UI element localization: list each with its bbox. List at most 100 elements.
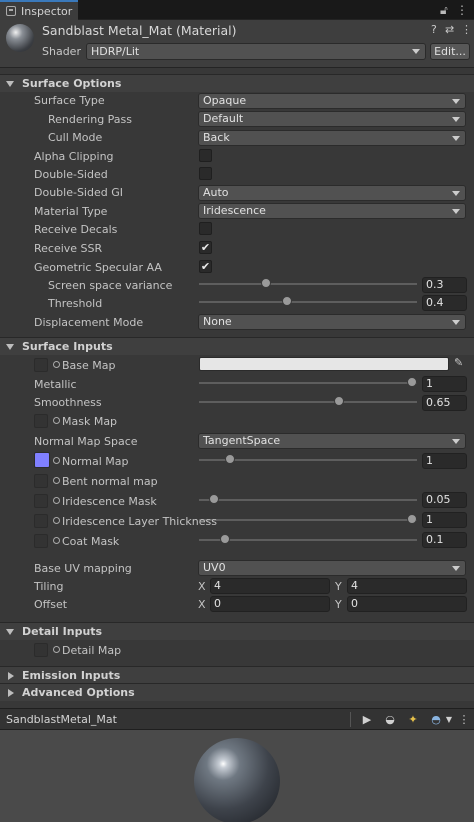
eyedropper-icon[interactable]: ✎ (454, 356, 463, 369)
material-type-dropdown[interactable]: Iridescence (198, 203, 466, 219)
preview-shape-icon[interactable]: ◒ (382, 712, 398, 727)
coat-mask-texture-slot[interactable] (34, 534, 48, 548)
metallic-label: Metallic (34, 378, 77, 391)
material-preview[interactable] (0, 730, 474, 822)
object-picker-icon[interactable] (53, 537, 60, 544)
detail-map-texture-slot[interactable] (34, 643, 48, 657)
mask-map-texture-slot[interactable] (34, 414, 48, 428)
object-picker-icon[interactable] (53, 517, 60, 524)
displacement-mode-dropdown[interactable]: None (198, 314, 466, 330)
more-icon[interactable]: ⋮ (461, 23, 472, 36)
shader-label: Shader (42, 45, 81, 58)
double-sided-gi-dropdown[interactable]: Auto (198, 185, 466, 201)
tab-inspector[interactable]: Inspector (0, 0, 78, 20)
coat-mask-field[interactable]: 0.1 (422, 532, 467, 548)
screen-space-variance-slider[interactable] (199, 277, 417, 291)
iridescence-layer-thickness-slider[interactable] (199, 513, 417, 527)
surface-options-header[interactable]: Surface Options (0, 74, 474, 92)
iridescence-mask-field[interactable]: 0.05 (422, 492, 467, 508)
cull-mode-label: Cull Mode (48, 131, 103, 144)
slider-handle[interactable] (282, 296, 292, 306)
shader-dropdown[interactable]: HDRP/Lit (86, 43, 426, 60)
object-picker-icon[interactable] (53, 457, 60, 464)
help-icon[interactable]: ? (431, 23, 437, 36)
tiling-x-field[interactable]: 4 (210, 578, 330, 594)
play-icon[interactable]: ▶ (360, 712, 374, 727)
dropdown-value: None (203, 315, 232, 328)
detail-inputs-header[interactable]: Detail Inputs (0, 622, 474, 640)
normal-map-scale-field[interactable]: 1 (422, 453, 467, 469)
slider-handle[interactable] (334, 396, 344, 406)
edit-shader-button[interactable]: Edit... (430, 43, 470, 60)
coat-mask-slider[interactable] (199, 533, 417, 547)
iridescence-layer-thickness-label: Iridescence Layer Thickness (62, 515, 217, 528)
tiling-y-field[interactable]: 4 (347, 578, 467, 594)
threshold-field[interactable]: 0.4 (422, 295, 467, 311)
advanced-options-header[interactable]: Advanced Options (0, 683, 474, 701)
tiling-x-label: X (198, 580, 206, 593)
more-icon[interactable]: ⋮ (458, 712, 470, 727)
sphere-icon[interactable]: ◓ (428, 712, 444, 727)
offset-label: Offset (34, 598, 68, 611)
metallic-slider[interactable] (199, 376, 417, 390)
presets-icon[interactable]: ⇄ (445, 23, 454, 36)
bent-normal-map-texture-slot[interactable] (34, 474, 48, 488)
base-map-color-field[interactable] (199, 357, 449, 371)
offset-y-field[interactable]: 0 (347, 596, 467, 612)
geometric-specular-aa-checkbox[interactable]: ✔ (199, 260, 212, 273)
double-sided-label: Double-Sided (34, 168, 108, 181)
slider-handle[interactable] (209, 494, 219, 504)
iridescence-mask-texture-slot[interactable] (34, 494, 48, 508)
chevron-down-icon (412, 49, 420, 54)
base-map-texture-slot[interactable] (34, 358, 48, 372)
lock-icon[interactable]: 🔓︎ (440, 3, 448, 18)
foldout-expanded-icon (6, 343, 14, 350)
slider-handle[interactable] (220, 534, 230, 544)
rendering-pass-label: Rendering Pass (48, 113, 133, 126)
alpha-clipping-checkbox[interactable] (199, 149, 212, 162)
emission-inputs-header[interactable]: Emission Inputs (0, 666, 474, 684)
chevron-down-icon (452, 320, 460, 325)
iridescence-mask-label: Iridescence Mask (62, 495, 157, 508)
receive-ssr-checkbox[interactable]: ✔ (199, 241, 212, 254)
more-menu-icon[interactable]: ⋮ (456, 3, 468, 17)
smoothness-field[interactable]: 0.65 (422, 395, 467, 411)
slider-handle[interactable] (407, 377, 417, 387)
double-sided-checkbox[interactable] (199, 167, 212, 180)
cull-mode-dropdown[interactable]: Back (198, 130, 466, 146)
chevron-down-icon[interactable]: ▼ (444, 712, 454, 727)
object-picker-icon[interactable] (53, 417, 60, 424)
slider-handle[interactable] (225, 454, 235, 464)
surface-inputs-header[interactable]: Surface Inputs (0, 337, 474, 355)
preview-title: SandblastMetal_Mat (6, 713, 117, 726)
normal-map-space-dropdown[interactable]: TangentSpace (198, 433, 466, 449)
metallic-field[interactable]: 1 (422, 376, 467, 392)
object-picker-icon[interactable] (53, 361, 60, 368)
offset-x-field[interactable]: 0 (210, 596, 330, 612)
section-title: Advanced Options (22, 686, 135, 699)
smoothness-slider[interactable] (199, 395, 417, 409)
iridescence-thickness-texture-slot[interactable] (34, 514, 48, 528)
object-picker-icon[interactable] (53, 646, 60, 653)
offset-y-label: Y (335, 598, 342, 611)
normal-map-scale-slider[interactable] (199, 453, 417, 467)
chevron-down-icon (452, 566, 460, 571)
slider-handle[interactable] (261, 278, 271, 288)
lighting-icon[interactable]: ✦ (404, 712, 422, 727)
object-picker-icon[interactable] (53, 497, 60, 504)
coat-mask-label: Coat Mask (62, 535, 120, 548)
receive-decals-checkbox[interactable] (199, 222, 212, 235)
material-type-label: Material Type (34, 205, 108, 218)
surface-type-dropdown[interactable]: Opaque (198, 93, 466, 109)
slider-handle[interactable] (407, 514, 417, 524)
normal-map-texture-thumbnail[interactable] (34, 452, 50, 468)
screen-space-variance-field[interactable]: 0.3 (422, 277, 467, 293)
threshold-slider[interactable] (199, 295, 417, 309)
object-picker-icon[interactable] (53, 477, 60, 484)
iridescence-layer-thickness-field[interactable]: 1 (422, 512, 467, 528)
receive-decals-label: Receive Decals (34, 223, 118, 236)
iridescence-mask-slider[interactable] (199, 493, 417, 507)
base-uv-mapping-dropdown[interactable]: UV0 (198, 560, 466, 576)
dropdown-value: Opaque (203, 94, 247, 107)
rendering-pass-dropdown[interactable]: Default (198, 111, 466, 127)
